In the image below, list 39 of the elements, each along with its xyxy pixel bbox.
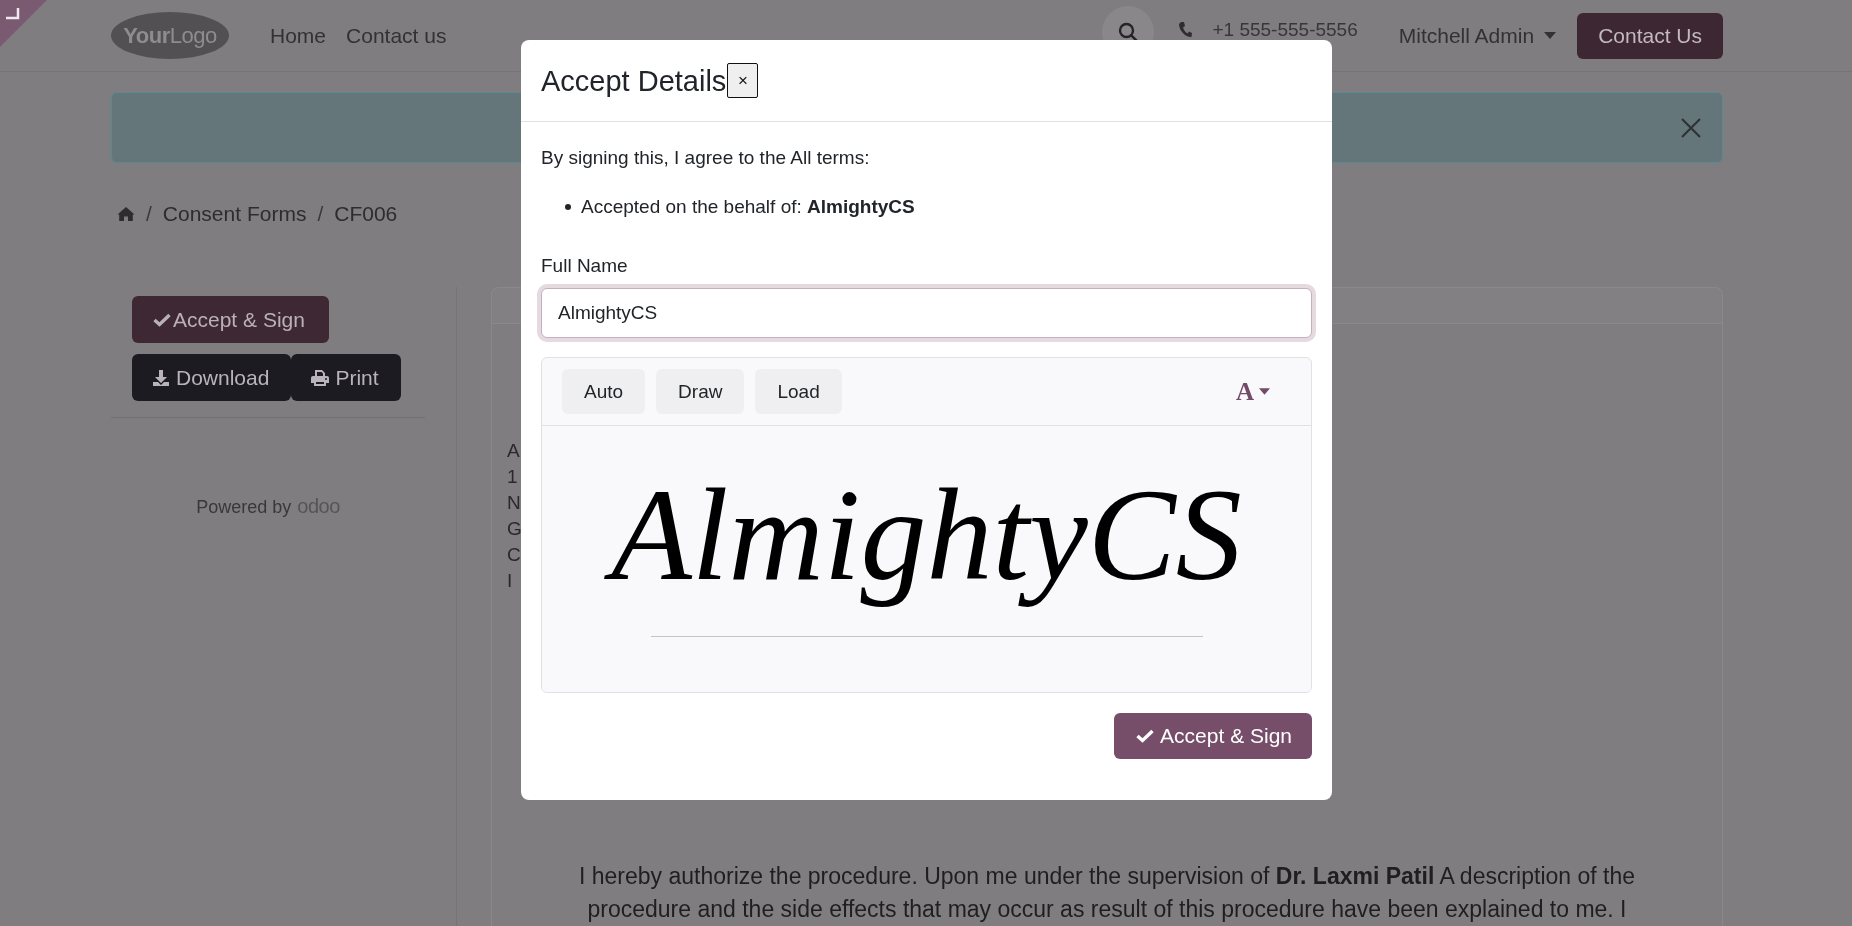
check-icon <box>1136 729 1155 743</box>
address-line: 1 <box>507 465 518 489</box>
check-icon <box>153 312 171 327</box>
intro-text: By signing this, I agree to the All terms: <box>541 146 871 170</box>
address-line: A <box>507 439 520 463</box>
print-button[interactable]: Print <box>291 354 401 401</box>
address-line: C <box>507 543 521 567</box>
accept-sign-button[interactable]: Accept & Sign <box>132 296 329 343</box>
term-text: Accepted on the behalf of: AlmightyCS <box>581 195 915 219</box>
caret-icon <box>1544 32 1557 39</box>
field-label: Full Name <box>541 254 629 278</box>
name-field[interactable]: AlmightyCS <box>541 288 1312 338</box>
search-icon <box>1118 21 1139 42</box>
phone-icon <box>1178 20 1193 39</box>
address-line: G <box>507 517 522 541</box>
phone-number: +1 555-555-5556 <box>1212 18 1358 41</box>
download-icon <box>152 368 170 387</box>
caret-icon <box>1259 388 1270 395</box>
download-button[interactable]: Download <box>132 354 292 401</box>
mode-tab[interactable]: Draw <box>656 369 745 414</box>
printer-icon <box>311 368 330 387</box>
accept-sign-button[interactable]: Accept & Sign <box>1114 713 1312 759</box>
mode-tab[interactable]: Load <box>755 369 842 414</box>
dialog-title: Accept Details <box>541 63 727 99</box>
powered-by-text: Powered by <box>196 496 292 519</box>
address-line: N <box>507 491 521 515</box>
contact-us-button[interactable]: Contact Us <box>1577 12 1723 59</box>
font-selector[interactable]: A <box>1235 377 1270 406</box>
breadcrumb-separator: / <box>146 202 152 226</box>
signature-text: AlmightyCS <box>595 460 1258 610</box>
breadcrumb-separator: / <box>317 202 324 226</box>
address-line: I <box>507 569 513 593</box>
bullet-icon <box>565 204 571 210</box>
consent-paragraph: I hereby authorize the procedure. Upon me under the supervision of Dr. Laxmi Patil A description of the procedure and the side effects that may occur as result of this procedure have been explained to me. I <box>577 862 1637 924</box>
close-button[interactable]: × <box>727 63 759 98</box>
corner-triangle-icon[interactable] <box>0 0 47 47</box>
home-icon[interactable] <box>117 206 135 222</box>
mode-tab[interactable]: Auto <box>562 369 646 414</box>
close-icon[interactable] <box>1680 116 1702 139</box>
